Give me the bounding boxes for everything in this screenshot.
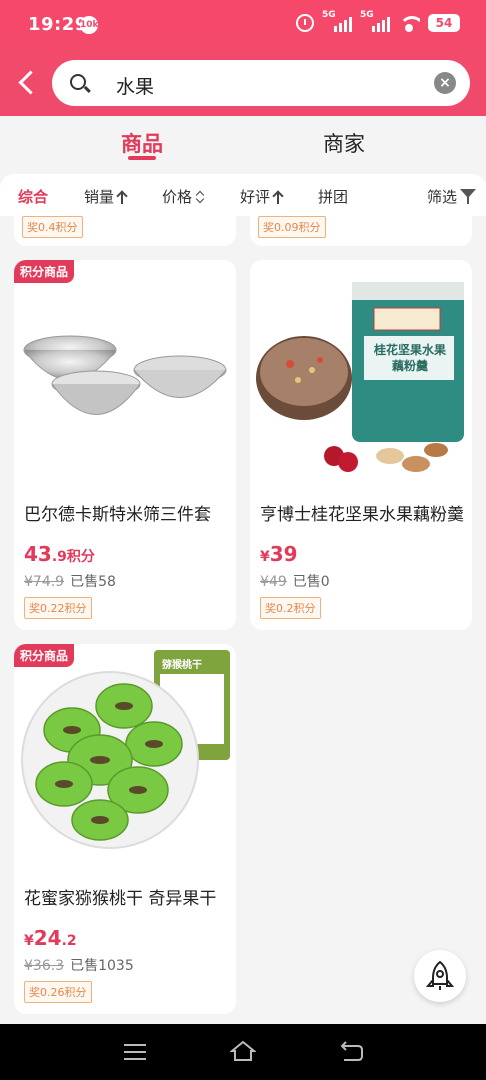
wifi-icon: [398, 14, 420, 32]
filter-group-buy[interactable]: 拼团: [318, 186, 348, 207]
back-nav-icon[interactable]: [338, 1040, 364, 1062]
price-decimal: .9积分: [51, 549, 95, 565]
tab-merchants[interactable]: 商家: [323, 128, 365, 158]
filter-rating[interactable]: 好评: [240, 186, 283, 207]
search-icon: [70, 74, 86, 90]
dried-kiwi-image: 猕猴桃干: [14, 644, 236, 876]
price-main: 24: [33, 926, 62, 950]
filter-sales[interactable]: 销量: [84, 186, 127, 207]
original-price: ¥36.3: [24, 958, 65, 974]
filter-screen[interactable]: 筛选: [427, 186, 477, 207]
tab-products[interactable]: 商品: [121, 128, 163, 158]
filter-label: 综合: [18, 188, 49, 206]
rocket-icon: [425, 960, 455, 990]
filter-label: 好评: [240, 188, 271, 206]
system-nav-bar: [0, 1024, 486, 1080]
filter-bar: 综合 销量 价格 好评 拼团 筛选: [0, 174, 486, 216]
header-bar: 19:29 10k 5G 5G 54 水果 ×: [0, 0, 486, 116]
price-sub: ¥49 已售0: [260, 571, 330, 591]
original-price: ¥49: [260, 574, 287, 590]
hd-badge-icon: 10k: [80, 16, 99, 34]
signal-label: 5G: [322, 10, 336, 20]
price-currency: ¥: [24, 933, 34, 949]
signal-icon: 5G: [322, 10, 352, 32]
signal-label-2: 5G: [360, 10, 374, 20]
sold-count: 已售0: [292, 574, 330, 590]
product-card-peek[interactable]: 奖0.4积分: [14, 216, 236, 246]
price-decimal: .2: [61, 933, 77, 949]
stainless-bowls-image: [14, 260, 236, 492]
package-label: 猕猴桃干: [162, 660, 202, 671]
sold-count: 已售58: [70, 574, 116, 590]
price-main: 39: [269, 542, 298, 566]
battery-icon: 54: [428, 14, 460, 32]
arrow-up-icon: [117, 190, 127, 204]
product-title: 亨博士桂花坚果水果藕粉羹: [260, 505, 464, 525]
product-price: 43.9积分: [24, 542, 95, 566]
status-time: 19:29: [28, 14, 88, 35]
filter-label: 价格: [162, 188, 193, 206]
product-title: 花蜜家猕猴桃干 奇异果干: [24, 889, 217, 909]
recent-apps-icon[interactable]: [124, 1044, 146, 1060]
points-badge: 奖0.2积分: [260, 597, 321, 619]
product-card[interactable]: 桂花坚果水果藕粉羹 亨博士桂花坚果水果藕粉羹 ¥39 ¥49 已售0 奖0.2积分: [250, 260, 472, 630]
active-tab-indicator: [128, 156, 156, 160]
status-bar: 19:29 10k 5G 5G 54: [0, 0, 486, 52]
scroll-top-rocket-button[interactable]: [414, 950, 466, 1002]
points-product-tag: 积分商品: [14, 644, 75, 667]
product-card-peek[interactable]: 奖0.09积分: [250, 216, 472, 246]
price-sub: ¥36.3 已售1035: [24, 955, 134, 975]
price-sub: ¥74.9 已售58: [24, 571, 116, 591]
points-badge: 奖0.26积分: [24, 981, 92, 1003]
original-price: ¥74.9: [24, 574, 65, 590]
price-currency: ¥: [260, 549, 270, 565]
search-bar[interactable]: 水果 ×: [52, 60, 470, 106]
sold-count: 已售1035: [70, 958, 134, 974]
result-tabs: 商品 商家: [0, 116, 486, 174]
product-price: ¥39: [260, 542, 298, 566]
sort-updown-icon: [195, 190, 205, 204]
points-badge: 奖0.22积分: [24, 597, 92, 619]
filter-funnel-icon: [460, 188, 477, 205]
product-price: ¥24.2: [24, 926, 77, 950]
product-title: 巴尔德卡斯特米筛三件套: [24, 505, 211, 525]
filter-label: 销量: [84, 188, 115, 206]
price-main: 43: [24, 542, 52, 566]
lotus-root-powder-image: 桂花坚果水果藕粉羹: [250, 260, 472, 492]
arrow-up-icon: [273, 190, 283, 204]
back-chevron-icon[interactable]: [14, 68, 40, 98]
package-label: 桂花坚果水果藕粉羹: [373, 343, 446, 373]
filter-label: 筛选: [427, 188, 458, 206]
filter-price[interactable]: 价格: [162, 186, 205, 207]
home-icon[interactable]: [230, 1040, 256, 1062]
search-input[interactable]: 水果: [116, 72, 154, 99]
filter-comprehensive[interactable]: 综合: [18, 186, 48, 207]
clear-search-icon[interactable]: ×: [434, 72, 456, 94]
points-product-tag: 积分商品: [14, 260, 75, 283]
signal-icon-2: 5G: [360, 10, 390, 32]
filter-label: 拼团: [318, 188, 349, 206]
points-badge: 奖0.09积分: [258, 216, 326, 238]
alarm-icon: [296, 14, 314, 32]
product-card[interactable]: 猕猴桃干 积分商品 花蜜家猕猴桃干 奇异果干 ¥24.2 ¥36.3 已售1035…: [14, 644, 236, 1014]
points-badge: 奖0.4积分: [22, 216, 83, 238]
product-card[interactable]: 积分商品 巴尔德卡斯特米筛三件套 43.9积分 ¥74.9 已售58 奖0.22积…: [14, 260, 236, 630]
